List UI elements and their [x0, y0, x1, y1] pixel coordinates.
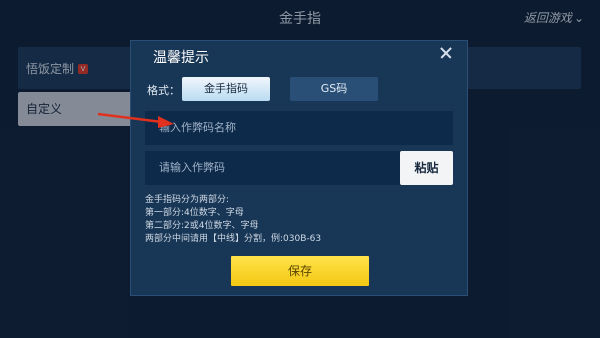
format-option-goldfinger[interactable]: 金手指码 — [182, 77, 270, 101]
help-line: 金手指码分为两部分: — [145, 195, 230, 205]
annotation-arrow-icon — [97, 112, 174, 128]
close-icon[interactable] — [437, 43, 457, 63]
save-button[interactable]: 保存 — [231, 256, 369, 286]
help-line: 两部分中间请用【中线】分割，例:030B-63 — [145, 234, 322, 244]
format-label: 格式： — [147, 84, 180, 97]
help-line: 第二部分:2或4位数字、字母 — [145, 221, 259, 231]
cheat-code-input[interactable]: 请输入作弊码 — [145, 151, 400, 185]
cheat-name-input[interactable]: 输入作弊码名称 — [145, 111, 453, 145]
cheat-dialog: 温馨提示 格式： 金手指码 GS码 输入作弊码名称 请输入作弊码 粘贴 金手指码… — [130, 40, 468, 296]
format-option-gs[interactable]: GS码 — [290, 77, 378, 101]
format-help-text: 金手指码分为两部分: 第一部分:4位数字、字母 第二部分:2或4位数字、字母 两… — [145, 194, 321, 246]
help-line: 第一部分:4位数字、字母 — [145, 208, 244, 218]
dialog-title: 温馨提示 — [153, 50, 209, 66]
paste-button[interactable]: 粘贴 — [400, 151, 453, 185]
